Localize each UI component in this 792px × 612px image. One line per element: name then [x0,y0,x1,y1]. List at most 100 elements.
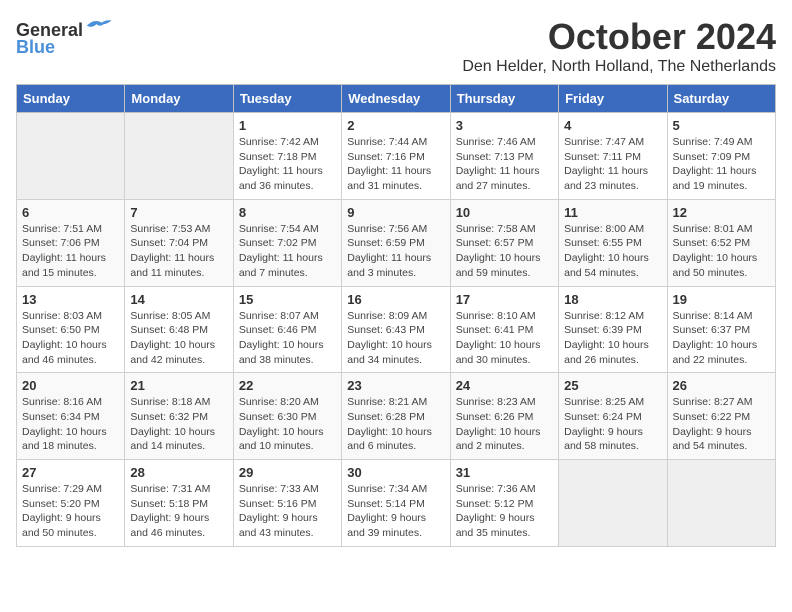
day-cell: 23 Sunrise: 8:21 AM Sunset: 6:28 PM Dayli… [342,373,450,460]
day-cell: 18Sunrise: 8:12 AM Sunset: 6:39 PM Dayli… [559,286,667,373]
calendar-table: Sunday Monday Tuesday Wednesday Thursday… [16,84,776,547]
logo-blue: Blue [16,37,55,58]
day-cell: 31 Sunrise: 7:36 AM Sunset: 5:12 PM Dayli… [450,460,558,547]
week-row-4: 20Sunrise: 8:16 AM Sunset: 6:34 PM Dayli… [17,373,776,460]
day-info: Sunrise: 8:20 AM Sunset: 6:30 PM Dayligh… [239,395,336,454]
day-info: Sunrise: 7:51 AM Sunset: 7:06 PM Dayligh… [22,222,119,281]
day-info: Sunrise: 8:14 AM Sunset: 6:37 PM Dayligh… [673,309,770,368]
day-number: 31 [456,465,553,480]
header-sunday: Sunday [17,85,125,113]
location: Den Helder, North Holland, The Netherlan… [462,58,776,76]
day-number: 3 [456,118,553,133]
day-info: Sunrise: 7:36 AM Sunset: 5:12 PM Dayligh… [456,482,553,541]
day-info: Sunrise: 8:23 AM Sunset: 6:26 PM Dayligh… [456,395,553,454]
day-number: 11 [564,205,661,220]
day-number: 26 [673,378,770,393]
day-number: 8 [239,205,336,220]
logo-bird-icon [83,16,113,36]
header-monday: Monday [125,85,233,113]
day-number: 2 [347,118,444,133]
day-info: Sunrise: 7:49 AM Sunset: 7:09 PM Dayligh… [673,135,770,194]
header-saturday: Saturday [667,85,775,113]
day-info: Sunrise: 8:27 AM Sunset: 6:22 PM Dayligh… [673,395,770,454]
day-info: Sunrise: 7:56 AM Sunset: 6:59 PM Dayligh… [347,222,444,281]
day-info: Sunrise: 8:05 AM Sunset: 6:48 PM Dayligh… [130,309,227,368]
week-row-5: 27Sunrise: 7:29 AM Sunset: 5:20 PM Dayli… [17,460,776,547]
week-row-1: 1 Sunrise: 7:42 AM Sunset: 7:18 PM Daylig… [17,113,776,200]
day-number: 14 [130,292,227,307]
day-number: 15 [239,292,336,307]
day-cell: 12 Sunrise: 8:01 AM Sunset: 6:52 PM Dayli… [667,199,775,286]
day-cell: 19Sunrise: 8:14 AM Sunset: 6:37 PM Dayli… [667,286,775,373]
day-info: Sunrise: 7:33 AM Sunset: 5:16 PM Dayligh… [239,482,336,541]
day-info: Sunrise: 8:07 AM Sunset: 6:46 PM Dayligh… [239,309,336,368]
day-number: 25 [564,378,661,393]
day-info: Sunrise: 7:31 AM Sunset: 5:18 PM Dayligh… [130,482,227,541]
day-info: Sunrise: 7:53 AM Sunset: 7:04 PM Dayligh… [130,222,227,281]
day-info: Sunrise: 8:01 AM Sunset: 6:52 PM Dayligh… [673,222,770,281]
day-cell: 3 Sunrise: 7:46 AM Sunset: 7:13 PM Daylig… [450,113,558,200]
day-info: Sunrise: 8:21 AM Sunset: 6:28 PM Dayligh… [347,395,444,454]
day-number: 30 [347,465,444,480]
day-number: 16 [347,292,444,307]
day-info: Sunrise: 7:44 AM Sunset: 7:16 PM Dayligh… [347,135,444,194]
day-number: 12 [673,205,770,220]
day-info: Sunrise: 7:46 AM Sunset: 7:13 PM Dayligh… [456,135,553,194]
header-row: Sunday Monday Tuesday Wednesday Thursday… [17,85,776,113]
day-cell [667,460,775,547]
day-cell: 6 Sunrise: 7:51 AM Sunset: 7:06 PM Daylig… [17,199,125,286]
page-header: General Blue October 2024 Den Helder, No… [16,16,776,76]
day-number: 9 [347,205,444,220]
day-number: 10 [456,205,553,220]
week-row-3: 13 Sunrise: 8:03 AM Sunset: 6:50 PM Dayli… [17,286,776,373]
day-info: Sunrise: 8:18 AM Sunset: 6:32 PM Dayligh… [130,395,227,454]
header-thursday: Thursday [450,85,558,113]
day-info: Sunrise: 7:42 AM Sunset: 7:18 PM Dayligh… [239,135,336,194]
day-info: Sunrise: 7:34 AM Sunset: 5:14 PM Dayligh… [347,482,444,541]
day-cell: 14 Sunrise: 8:05 AM Sunset: 6:48 PM Dayli… [125,286,233,373]
day-info: Sunrise: 7:47 AM Sunset: 7:11 PM Dayligh… [564,135,661,194]
day-number: 21 [130,378,227,393]
day-cell: 9 Sunrise: 7:56 AM Sunset: 6:59 PM Daylig… [342,199,450,286]
day-cell: 11Sunrise: 8:00 AM Sunset: 6:55 PM Dayli… [559,199,667,286]
day-cell: 26 Sunrise: 8:27 AM Sunset: 6:22 PM Dayli… [667,373,775,460]
day-cell: 29 Sunrise: 7:33 AM Sunset: 5:16 PM Dayli… [233,460,341,547]
day-cell: 20Sunrise: 8:16 AM Sunset: 6:34 PM Dayli… [17,373,125,460]
day-cell: 28 Sunrise: 7:31 AM Sunset: 5:18 PM Dayli… [125,460,233,547]
day-cell: 13 Sunrise: 8:03 AM Sunset: 6:50 PM Dayli… [17,286,125,373]
day-number: 22 [239,378,336,393]
day-cell: 27Sunrise: 7:29 AM Sunset: 5:20 PM Dayli… [17,460,125,547]
day-number: 17 [456,292,553,307]
day-cell [17,113,125,200]
day-info: Sunrise: 8:09 AM Sunset: 6:43 PM Dayligh… [347,309,444,368]
day-cell: 2 Sunrise: 7:44 AM Sunset: 7:16 PM Daylig… [342,113,450,200]
day-number: 1 [239,118,336,133]
day-info: Sunrise: 8:12 AM Sunset: 6:39 PM Dayligh… [564,309,661,368]
day-cell: 10 Sunrise: 7:58 AM Sunset: 6:57 PM Dayli… [450,199,558,286]
day-number: 28 [130,465,227,480]
day-cell: 21 Sunrise: 8:18 AM Sunset: 6:32 PM Dayli… [125,373,233,460]
day-number: 13 [22,292,119,307]
day-cell: 22 Sunrise: 8:20 AM Sunset: 6:30 PM Dayli… [233,373,341,460]
day-cell: 24Sunrise: 8:23 AM Sunset: 6:26 PM Dayli… [450,373,558,460]
day-number: 6 [22,205,119,220]
day-cell: 25 Sunrise: 8:25 AM Sunset: 6:24 PM Dayli… [559,373,667,460]
day-number: 29 [239,465,336,480]
header-tuesday: Tuesday [233,85,341,113]
day-info: Sunrise: 7:58 AM Sunset: 6:57 PM Dayligh… [456,222,553,281]
header-friday: Friday [559,85,667,113]
day-number: 23 [347,378,444,393]
day-cell: 15 Sunrise: 8:07 AM Sunset: 6:46 PM Dayli… [233,286,341,373]
day-cell: 1 Sunrise: 7:42 AM Sunset: 7:18 PM Daylig… [233,113,341,200]
day-number: 5 [673,118,770,133]
day-number: 7 [130,205,227,220]
day-number: 4 [564,118,661,133]
day-info: Sunrise: 7:54 AM Sunset: 7:02 PM Dayligh… [239,222,336,281]
day-info: Sunrise: 8:03 AM Sunset: 6:50 PM Dayligh… [22,309,119,368]
week-row-2: 6 Sunrise: 7:51 AM Sunset: 7:06 PM Daylig… [17,199,776,286]
day-info: Sunrise: 8:25 AM Sunset: 6:24 PM Dayligh… [564,395,661,454]
day-cell: 5 Sunrise: 7:49 AM Sunset: 7:09 PM Daylig… [667,113,775,200]
day-cell: 4 Sunrise: 7:47 AM Sunset: 7:11 PM Daylig… [559,113,667,200]
day-info: Sunrise: 8:16 AM Sunset: 6:34 PM Dayligh… [22,395,119,454]
day-cell: 30 Sunrise: 7:34 AM Sunset: 5:14 PM Dayli… [342,460,450,547]
